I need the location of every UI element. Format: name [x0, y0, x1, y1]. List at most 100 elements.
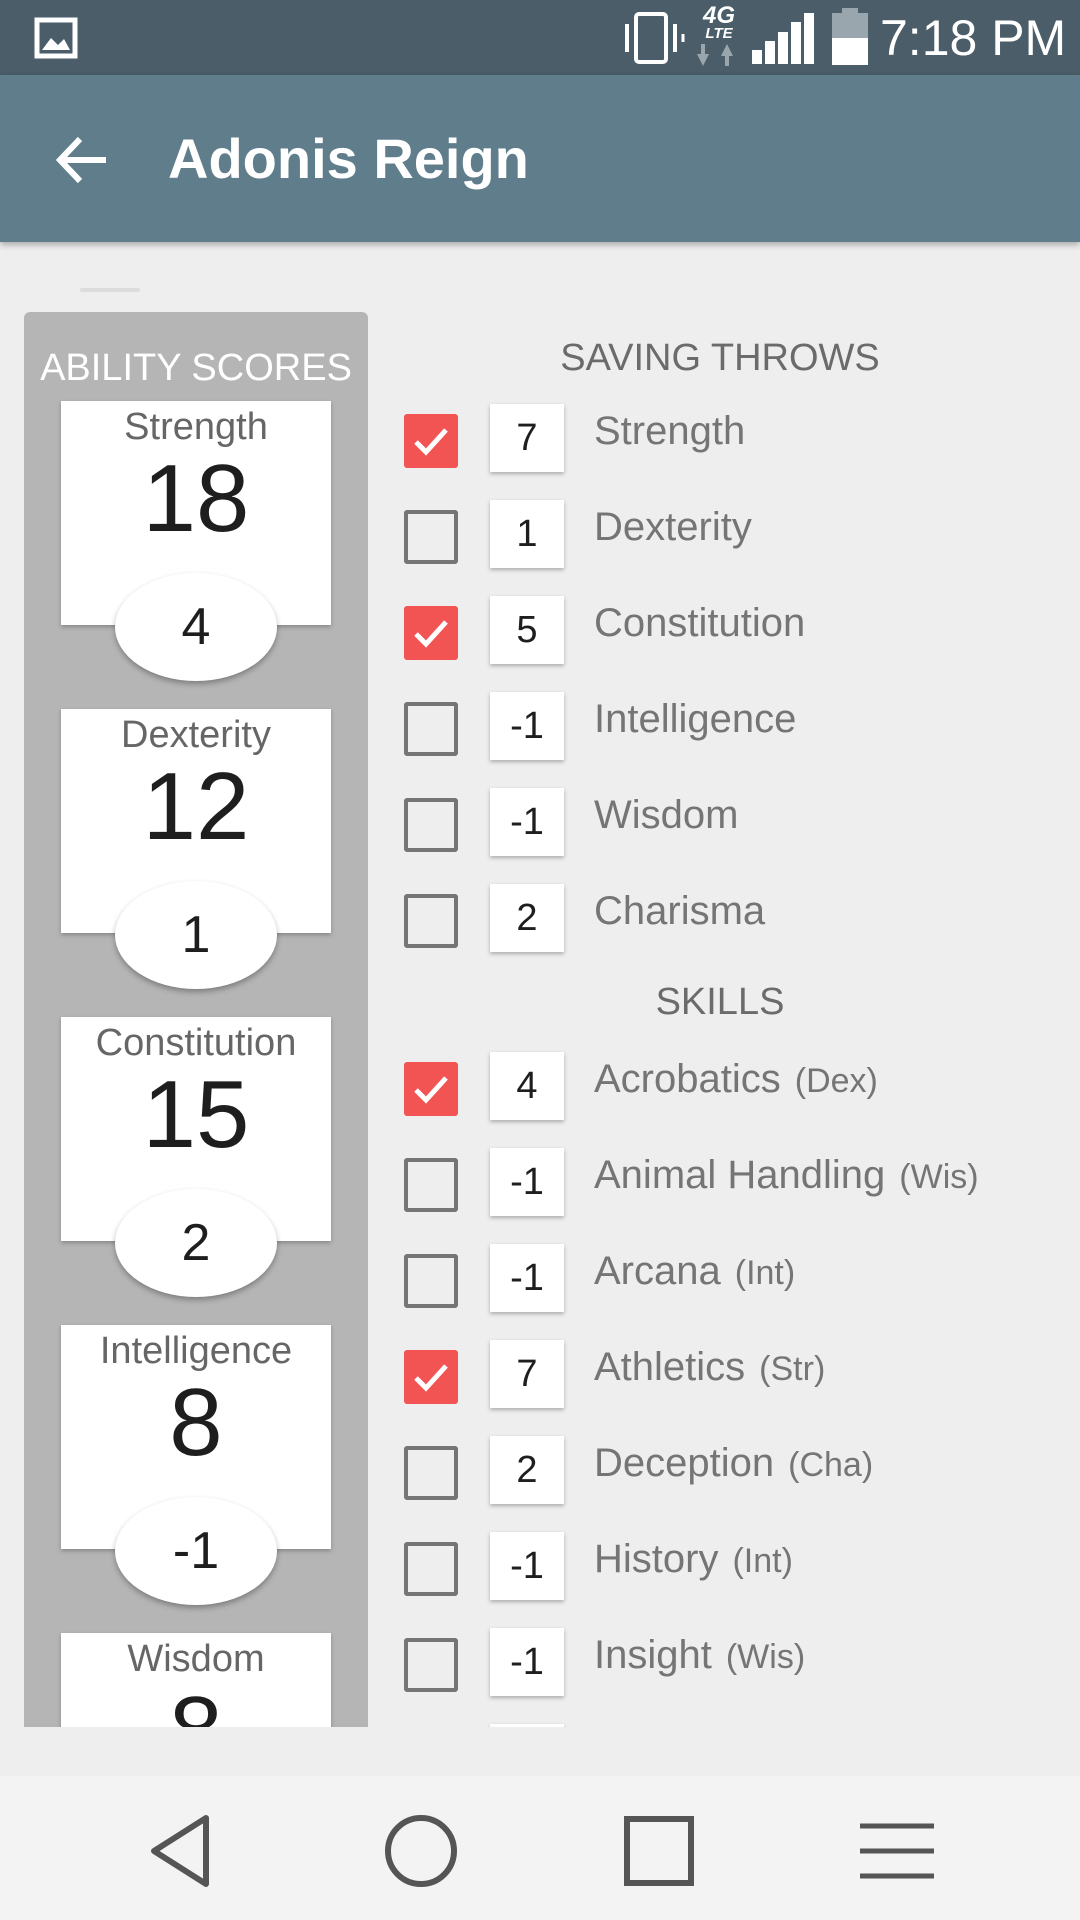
- ability-score: 12: [142, 753, 250, 860]
- skill-value: [490, 1724, 564, 1727]
- ability-card-intelligence[interactable]: Intelligence 8 -1: [61, 1325, 331, 1605]
- menu-icon[interactable]: [852, 1806, 942, 1896]
- skill-value: 7: [490, 1340, 564, 1408]
- skill-label: History (Int): [594, 1530, 793, 1590]
- ability-card-constitution[interactable]: Constitution 15 2: [61, 1017, 331, 1297]
- saving-throw-row-intelligence: -1 Intelligence: [404, 690, 1080, 770]
- saving-throw-row-charisma: 2 Charisma: [404, 882, 1080, 962]
- skill-row-history: -1 History (Int): [404, 1530, 1080, 1610]
- ability-score: 8: [169, 1369, 223, 1476]
- saving-throw-label: Intelligence: [594, 697, 797, 741]
- proficiency-checkbox[interactable]: [404, 1350, 458, 1404]
- proficiency-checkbox[interactable]: [404, 702, 458, 756]
- ability-scores-header: ABILITY SCORES: [40, 347, 352, 389]
- scroll-indicator: [80, 288, 140, 292]
- skill-attribute: (Wis): [899, 1158, 979, 1196]
- skill-label: Animal Handling (Wis): [594, 1146, 979, 1206]
- battery-icon: [830, 8, 870, 71]
- saving-throw-label: Charisma: [594, 889, 766, 933]
- ability-modifier: 4: [115, 573, 277, 681]
- ability-card-dexterity[interactable]: Dexterity 12 1: [61, 709, 331, 989]
- proficiency-checkbox[interactable]: [404, 510, 458, 564]
- saving-throw-row-strength: 7 Strength: [404, 402, 1080, 482]
- ability-score: 15: [142, 1061, 250, 1168]
- proficiency-checkbox[interactable]: [404, 1638, 458, 1692]
- skill-label: Arcana (Int): [594, 1242, 795, 1302]
- skill-value: -1: [490, 1244, 564, 1312]
- signal-icon: [752, 12, 816, 71]
- ability-score: 8: [61, 1681, 331, 1728]
- character-sheet-content[interactable]: ABILITY SCORES Strength 18 4 Dexterity 1…: [0, 242, 1080, 1727]
- recents-square-icon[interactable]: [614, 1806, 704, 1896]
- skill-value: 4: [490, 1052, 564, 1120]
- skill-label: Athletics (Str): [594, 1338, 825, 1398]
- saving-throw-label: Constitution: [594, 601, 806, 645]
- proficiency-checkbox[interactable]: [404, 606, 458, 660]
- skill-name: Insight: [594, 1633, 712, 1677]
- skills-header: SKILLS: [655, 981, 785, 1023]
- back-triangle-icon[interactable]: [140, 1806, 230, 1896]
- skill-attribute: (Cha): [788, 1446, 874, 1484]
- network-4g-lte-icon: 4G LTE: [697, 4, 741, 70]
- skill-label: Deception (Cha): [594, 1434, 873, 1494]
- gallery-icon: [34, 17, 78, 64]
- app-bar: Adonis Reign: [0, 75, 1080, 242]
- skill-attribute: (Dex): [794, 1062, 878, 1100]
- saving-throw-row-constitution: 5 Constitution: [404, 594, 1080, 674]
- ability-name: Strength: [124, 406, 268, 448]
- page-title: Adonis Reign: [168, 127, 529, 190]
- ability-modifier: -1: [115, 1497, 277, 1605]
- skill-label: Acrobatics (Dex): [594, 1050, 878, 1110]
- navigation-bar: [0, 1776, 1080, 1920]
- skill-row-arcana: -1 Arcana (Int): [404, 1242, 1080, 1322]
- ability-score: 18: [142, 445, 250, 552]
- skill-attribute: (Int): [732, 1542, 793, 1580]
- skill-row-deception: 2 Deception (Cha): [404, 1434, 1080, 1514]
- proficiency-checkbox[interactable]: [404, 1446, 458, 1500]
- saving-throw-row-dexterity: 1 Dexterity: [404, 498, 1080, 578]
- arrow-left-icon[interactable]: [50, 127, 116, 193]
- status-time: 7:18 PM: [880, 10, 1067, 66]
- saving-throw-label: Wisdom: [594, 793, 739, 837]
- proficiency-checkbox[interactable]: [404, 1254, 458, 1308]
- ability-modifier: 1: [115, 881, 277, 989]
- saving-throw-label: Dexterity: [594, 505, 752, 549]
- skill-row-acrobatics: 4 Acrobatics (Dex): [404, 1050, 1080, 1130]
- ability-name: Constitution: [95, 1022, 297, 1064]
- skill-attribute: (Str): [759, 1350, 826, 1388]
- skill-name: Arcana: [594, 1249, 721, 1293]
- network-sub-label: LTE: [705, 25, 733, 42]
- saving-throw-value: 5: [490, 596, 564, 664]
- proficiency-checkbox[interactable]: [404, 1062, 458, 1116]
- ability-name: Dexterity: [121, 714, 271, 756]
- skill-value: -1: [490, 1628, 564, 1696]
- vibrate-icon: [620, 10, 686, 71]
- saving-throw-value: 2: [490, 884, 564, 952]
- proficiency-checkbox[interactable]: [404, 1158, 458, 1212]
- saving-throw-label: Strength: [594, 409, 746, 453]
- ability-name: Wisdom: [127, 1638, 265, 1680]
- home-circle-icon[interactable]: [376, 1806, 466, 1896]
- proficiency-checkbox[interactable]: [404, 1542, 458, 1596]
- skill-row-partial: [404, 1722, 1080, 1727]
- saving-throw-row-wisdom: -1 Wisdom: [404, 786, 1080, 866]
- skill-row-athletics: 7 Athletics (Str): [404, 1338, 1080, 1418]
- ability-name: Intelligence: [99, 1330, 293, 1372]
- skill-attribute: (Wis): [725, 1638, 806, 1676]
- ability-card-wisdom[interactable]: Wisdom 8: [61, 1633, 331, 1727]
- proficiency-checkbox[interactable]: [404, 798, 458, 852]
- skill-value: -1: [490, 1532, 564, 1600]
- skill-row-animal-handling: -1 Animal Handling (Wis): [404, 1146, 1080, 1226]
- proficiency-checkbox[interactable]: [404, 414, 458, 468]
- skill-label: Insight (Wis): [594, 1626, 805, 1686]
- skill-value: 2: [490, 1436, 564, 1504]
- proficiency-checkbox[interactable]: [404, 894, 458, 948]
- skill-name: Acrobatics: [594, 1057, 781, 1101]
- skill-label: [594, 1722, 608, 1727]
- status-bar: 4G LTE 7:18 PM: [0, 0, 1080, 75]
- saving-throw-value: 7: [490, 404, 564, 472]
- saving-throw-value: -1: [490, 692, 564, 760]
- ability-card-strength[interactable]: Strength 18 4: [61, 401, 331, 681]
- skill-name: History: [594, 1537, 719, 1581]
- saving-throw-value: -1: [490, 788, 564, 856]
